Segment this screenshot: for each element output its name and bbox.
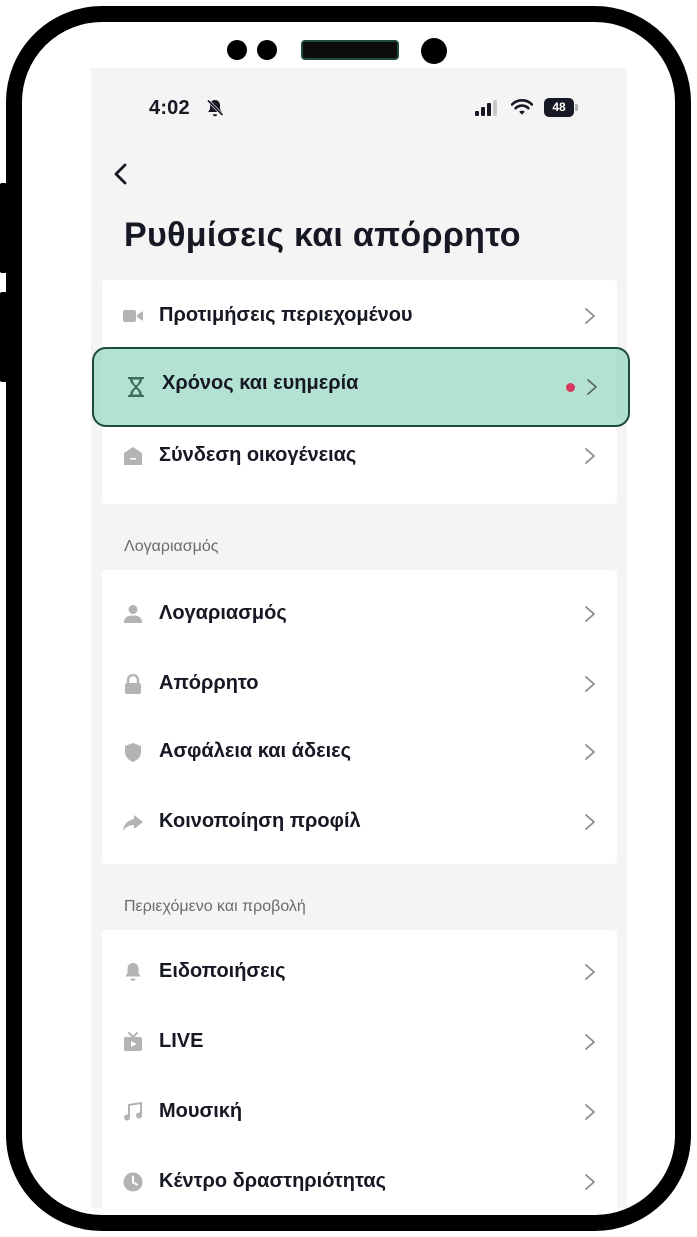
menu-item-label: Ασφάλεια και άδειες [159, 740, 352, 762]
menu-item-label: Ειδοποιήσεις [159, 960, 286, 982]
chevron-right-icon [585, 606, 595, 622]
music-note-icon [124, 1102, 142, 1121]
wifi-icon [511, 99, 533, 115]
menu-item-label: Κέντρο δραστηριότητας [159, 1170, 387, 1192]
back-arrow-icon[interactable] [111, 162, 131, 186]
signal-icon [475, 100, 497, 116]
menu-item-family-pairing[interactable]: Σύνδεση οικογένειας [102, 420, 617, 490]
home-icon [124, 447, 142, 465]
section-label-content-display: Περιεχόμενο και προβολή [124, 898, 306, 915]
status-time: 4:02 [149, 97, 190, 119]
clock-icon [123, 1172, 143, 1192]
battery-icon: 48 [544, 98, 578, 117]
battery-tip [575, 104, 578, 111]
menu-item-label: Προτιμήσεις περιεχομένου [159, 304, 413, 326]
section-label-account: Λογαριασμός [124, 538, 219, 555]
sensor-dot [257, 40, 277, 60]
menu-item-label: Κοινοποίηση προφίλ [159, 810, 361, 832]
front-camera [421, 38, 447, 64]
menu-item-label: LIVE [159, 1030, 204, 1052]
chevron-right-icon [585, 1104, 595, 1120]
tv-icon [124, 1032, 142, 1051]
lock-icon [125, 674, 141, 694]
chevron-right-icon [585, 448, 595, 464]
settings-screen: 4:02 48 Ρυθμίσεις και απόρρητο Προτιμήσε… [91, 68, 627, 1208]
video-icon [123, 310, 143, 322]
chevron-right-icon [585, 744, 595, 760]
chevron-right-icon [585, 964, 595, 980]
page-title: Ρυθμίσεις και απόρρητο [124, 216, 521, 254]
share-icon [123, 815, 143, 831]
menu-item-music[interactable]: Μουσική [102, 1076, 617, 1146]
menu-item-time-wellbeing[interactable]: Χρόνος και ευημερία [92, 347, 630, 427]
menu-item-content-preferences[interactable]: Προτιμήσεις περιεχομένου [102, 280, 617, 350]
speaker-bar [301, 40, 399, 60]
chevron-right-icon [585, 814, 595, 830]
chevron-right-icon [587, 379, 597, 395]
chevron-right-icon [585, 308, 595, 324]
camera-dot [227, 40, 247, 60]
hourglass-icon [128, 377, 144, 397]
menu-item-label: Σύνδεση οικογένειας [159, 444, 357, 466]
menu-item-share-profile[interactable]: Κοινοποίηση προφίλ [102, 786, 617, 856]
settings-card-content-display: Ειδοποιήσεις LIVE Μουσική Κέντρο δραστηρ… [102, 930, 617, 1208]
chevron-right-icon [585, 1034, 595, 1050]
menu-item-label: Λογαριασμός [159, 602, 287, 624]
person-icon [124, 605, 142, 623]
menu-item-label: Απόρρητο [159, 672, 259, 694]
menu-item-account[interactable]: Λογαριασμός [102, 578, 617, 648]
menu-item-privacy[interactable]: Απόρρητο [102, 648, 617, 718]
bell-icon [125, 963, 141, 981]
menu-item-label: Μουσική [159, 1100, 243, 1122]
settings-card-account: Λογαριασμός Απόρρητο Ασφάλεια και άδειες [102, 570, 617, 864]
notification-dot [566, 383, 575, 392]
menu-item-live[interactable]: LIVE [102, 1006, 617, 1076]
battery-level: 48 [544, 98, 574, 117]
menu-item-security[interactable]: Ασφάλεια και άδειες [102, 716, 617, 786]
shield-icon [125, 743, 141, 762]
chevron-right-icon [585, 676, 595, 692]
bell-muted-icon [206, 99, 224, 117]
chevron-right-icon [585, 1174, 595, 1190]
menu-item-notifications[interactable]: Ειδοποιήσεις [102, 936, 617, 1006]
menu-item-label: Χρόνος και ευημερία [162, 372, 359, 394]
menu-item-activity-center[interactable]: Κέντρο δραστηριότητας [102, 1146, 617, 1208]
